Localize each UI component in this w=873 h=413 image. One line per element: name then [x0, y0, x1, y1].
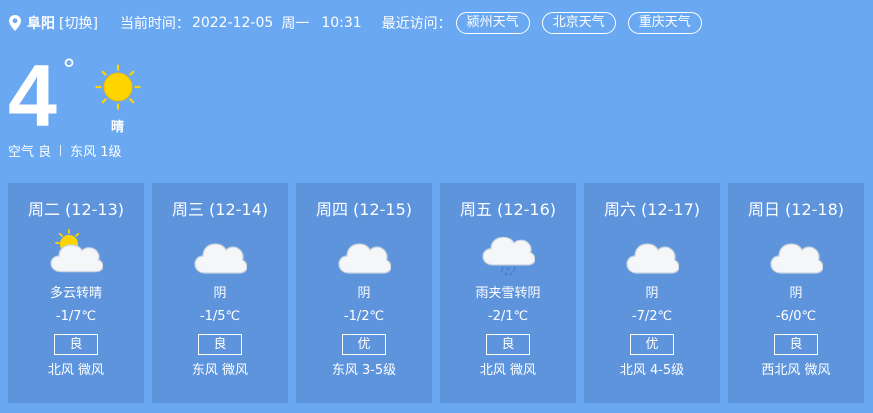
forecast-day-title: 周四 (12-15): [315, 200, 413, 219]
forecast-condition: 阴: [645, 286, 659, 301]
aqi-badge[interactable]: 优: [630, 334, 674, 355]
cloudy-icon: [194, 243, 247, 274]
sunny-icon: [95, 64, 141, 110]
forecast-day-card[interactable]: 周六 (12-17) 阴 -7/2℃ 优 北风 4-5级: [584, 183, 720, 403]
forecast-wind: 西北风 微风: [761, 363, 831, 378]
air-wind-row: 空气 良 东风 1级: [8, 141, 122, 160]
current-date: 2022-12-05: [191, 15, 274, 31]
cloudy-icon: [626, 243, 679, 274]
forecast-temperature: -1/2℃: [343, 309, 385, 324]
forecast-condition: 阴: [213, 286, 227, 301]
forecast-condition: 雨夹雪转阴: [475, 286, 541, 301]
forecast-day-title: 周日 (12-18): [747, 200, 845, 219]
top-bar: 阜阳 [切换] 当前时间： 2022-12-05 周一 10:31 最近访问： …: [8, 10, 714, 36]
current-wind: 东风 1级: [70, 145, 122, 160]
cloudy-icon: [770, 243, 823, 274]
forecast-day-card[interactable]: 周二 (12-13) 多云转晴 -1/7℃ 良 北风 微风: [8, 183, 144, 403]
recent-link-beijing[interactable]: 北京天气: [541, 12, 616, 34]
forecast-temperature: -1/5℃: [199, 309, 241, 324]
forecast-list: 周二 (12-13) 多云转晴 -1/7℃ 良 北风 微风 周三 (12-14)…: [8, 183, 864, 403]
switch-city-link[interactable]: [切换]: [59, 13, 98, 33]
forecast-condition: 阴: [789, 286, 803, 301]
recent-link-yingzhou[interactable]: 颍州天气: [455, 12, 530, 34]
aqi-badge[interactable]: 优: [342, 334, 386, 355]
current-temperature: 4: [8, 46, 57, 145]
forecast-wind: 北风 微风: [47, 363, 105, 378]
city-name: 阜阳: [27, 16, 55, 32]
divider: [60, 145, 62, 156]
forecast-day-card[interactable]: 周四 (12-15) 阴 -1/2℃ 优 东风 3-5级: [296, 183, 432, 403]
forecast-temperature: -1/7℃: [55, 309, 97, 324]
forecast-day-title: 周六 (12-17): [603, 200, 701, 219]
forecast-day-title: 周三 (12-14): [171, 200, 269, 219]
location-pin-icon: [9, 15, 21, 31]
forecast-temperature: -7/2℃: [631, 309, 673, 324]
forecast-temperature: -6/0℃: [775, 309, 817, 324]
forecast-day-title: 周五 (12-16): [459, 200, 557, 219]
forecast-wind: 东风 3-5级: [331, 363, 397, 378]
aqi-badge[interactable]: 良: [54, 334, 98, 355]
forecast-day-card[interactable]: 周三 (12-14) 阴 -1/5℃ 良 东风 微风: [152, 183, 288, 403]
recent-visits-label: 最近访问：: [381, 16, 452, 32]
forecast-day-card[interactable]: 周五 (12-16) 雨夹雪转阴 -2/1℃ 良 北风 微风: [440, 183, 576, 403]
recent-link-chongqing[interactable]: 重庆天气: [627, 12, 702, 34]
forecast-day-title: 周二 (12-13): [27, 200, 125, 219]
forecast-day-card[interactable]: 周日 (12-18) 阴 -6/0℃ 良 西北风 微风: [728, 183, 864, 403]
forecast-wind: 北风 4-5级: [619, 363, 685, 378]
forecast-condition: 阴: [357, 286, 371, 301]
cloudy-icon: [338, 243, 391, 274]
current-weekday: 周一: [281, 16, 310, 32]
air-quality: 空气 良: [8, 145, 52, 160]
aqi-badge[interactable]: 良: [774, 334, 818, 355]
forecast-temperature: -2/1℃: [487, 309, 529, 324]
current-condition: 晴: [111, 120, 125, 135]
sleet-icon: [482, 236, 535, 276]
forecast-wind: 北风 微风: [479, 363, 537, 378]
current-time-label: 当前时间：: [119, 16, 190, 32]
degree-symbol: °: [62, 53, 76, 86]
aqi-badge[interactable]: 良: [486, 334, 530, 355]
partly-cloudy-icon: [50, 229, 103, 273]
current-clock: 10:31: [321, 15, 362, 31]
forecast-condition: 多云转晴: [49, 286, 102, 301]
forecast-wind: 东风 微风: [191, 363, 249, 378]
aqi-badge[interactable]: 良: [198, 334, 242, 355]
